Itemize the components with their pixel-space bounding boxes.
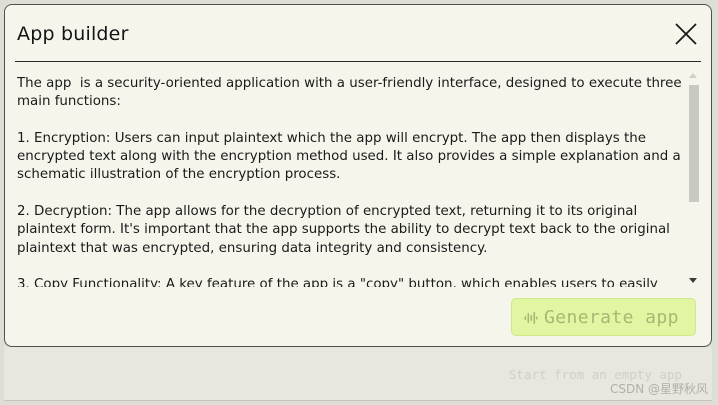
generate-app-label: Generate app — [544, 307, 679, 328]
vertical-scrollbar[interactable] — [687, 71, 701, 287]
scroll-down-arrow-icon[interactable] — [689, 278, 697, 283]
title-divider — [15, 61, 701, 62]
footer-bar: Start from an empty app — [4, 347, 712, 401]
app-builder-dialog: App builder The app is a security-orient… — [4, 4, 712, 347]
app-description-text: The app is a security-oriented applicati… — [17, 76, 682, 287]
dialog-title: App builder — [17, 23, 129, 45]
scroll-up-arrow-icon[interactable] — [689, 73, 697, 78]
watermark: CSDN @星野秋风 — [609, 382, 708, 396]
close-button[interactable] — [673, 21, 699, 47]
sound-wave-icon — [524, 312, 538, 324]
scroll-thumb[interactable] — [689, 85, 699, 202]
close-icon — [675, 23, 697, 45]
generate-app-button[interactable]: Generate app — [511, 298, 696, 336]
description-textarea[interactable]: The app is a security-oriented applicati… — [17, 71, 701, 287]
